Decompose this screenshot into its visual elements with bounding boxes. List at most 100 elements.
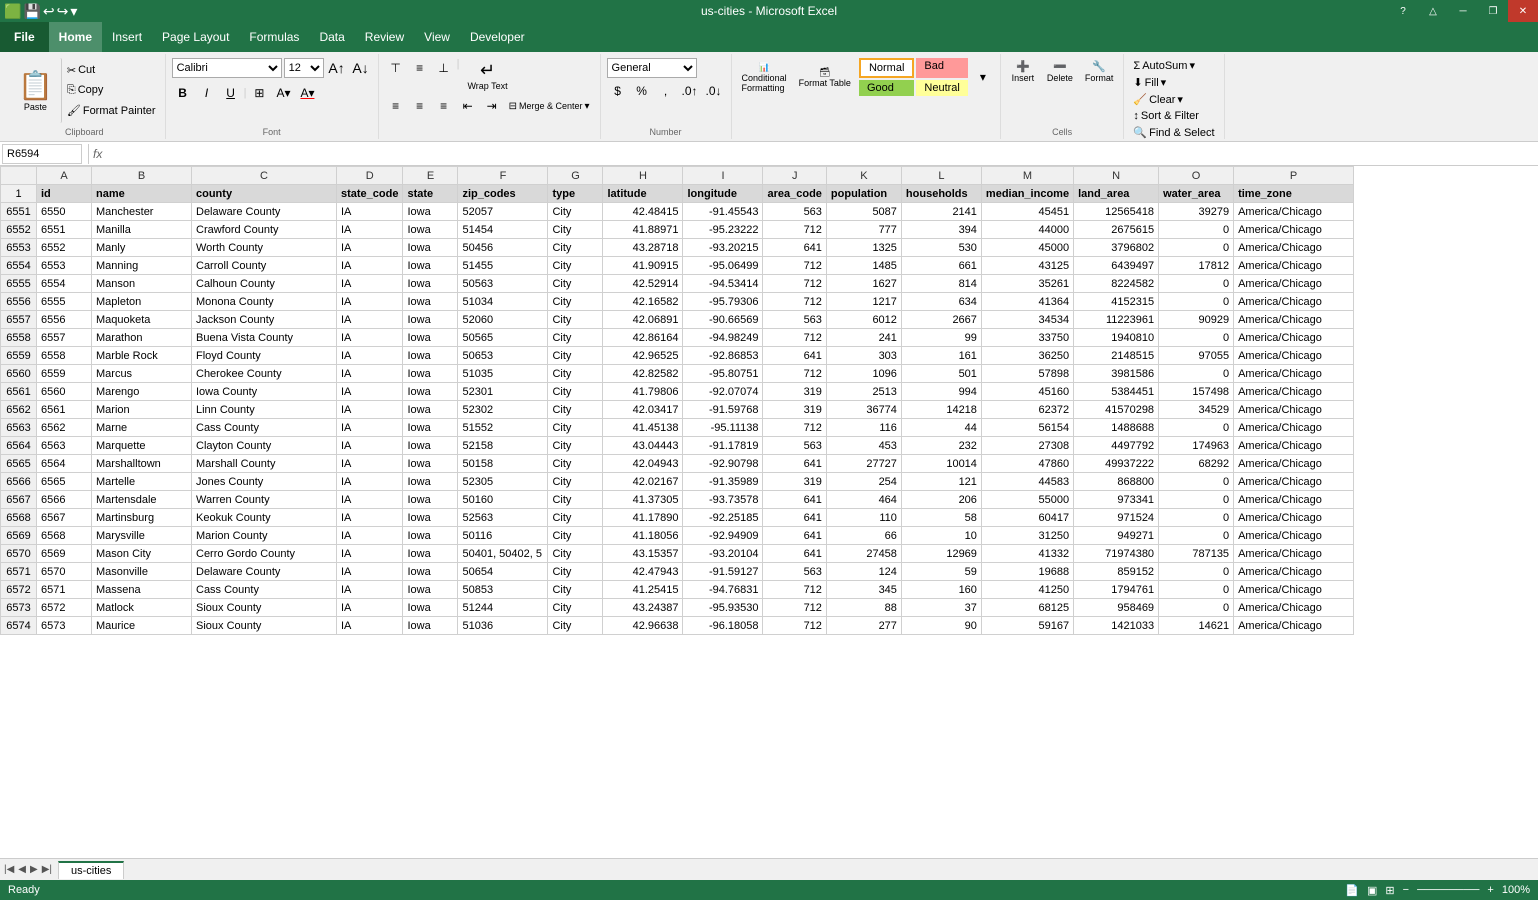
cell[interactable]: 303	[826, 347, 901, 365]
cell[interactable]: America/Chicago	[1234, 527, 1354, 545]
cell[interactable]: 641	[763, 545, 826, 563]
cell[interactable]: 712	[763, 293, 826, 311]
cell[interactable]: IA	[337, 203, 403, 221]
cell[interactable]: 27727	[826, 455, 901, 473]
row-number[interactable]: 1	[1, 185, 37, 203]
cell[interactable]: Marble Rock	[92, 347, 192, 365]
cell[interactable]: 2513	[826, 383, 901, 401]
tab-last-icon[interactable]: ▶|	[42, 864, 52, 875]
good-style[interactable]: Good	[859, 80, 914, 96]
cell[interactable]: 68292	[1159, 455, 1234, 473]
cell[interactable]: City	[548, 599, 603, 617]
cell[interactable]: 6564	[37, 455, 92, 473]
cell[interactable]: City	[548, 509, 603, 527]
cell[interactable]: 0	[1159, 419, 1234, 437]
cell[interactable]: Marne	[92, 419, 192, 437]
cell[interactable]: 51035	[458, 365, 548, 383]
cell[interactable]: 994	[901, 383, 981, 401]
cell[interactable]: Floyd County	[192, 347, 337, 365]
autosum-dropdown[interactable]: ▾	[1189, 59, 1195, 72]
cell[interactable]: 319	[763, 473, 826, 491]
cell[interactable]: America/Chicago	[1234, 599, 1354, 617]
cell[interactable]: 6556	[37, 311, 92, 329]
cell[interactable]: population	[826, 185, 901, 203]
cell[interactable]: Marion	[92, 401, 192, 419]
row-number[interactable]: 6569	[1, 527, 37, 545]
cell[interactable]: Iowa	[403, 347, 458, 365]
cell[interactable]: 11223961	[1074, 311, 1159, 329]
cell[interactable]: -93.73578	[683, 491, 763, 509]
cell[interactable]: 661	[901, 257, 981, 275]
conditional-formatting-button[interactable]: 📊 ConditionalFormatting	[738, 60, 791, 95]
cell[interactable]: 641	[763, 239, 826, 257]
cell[interactable]: City	[548, 383, 603, 401]
paste-button[interactable]: 📋 Paste	[10, 58, 62, 123]
cell[interactable]: 90	[901, 617, 981, 635]
col-header-N[interactable]: N	[1074, 167, 1159, 185]
cell[interactable]: 43125	[981, 257, 1073, 275]
cell[interactable]: 0	[1159, 329, 1234, 347]
cell[interactable]: America/Chicago	[1234, 365, 1354, 383]
cell[interactable]: households	[901, 185, 981, 203]
cell[interactable]: area_code	[763, 185, 826, 203]
cell[interactable]: City	[548, 275, 603, 293]
cell[interactable]: 0	[1159, 581, 1234, 599]
row-number[interactable]: 6555	[1, 275, 37, 293]
cell[interactable]: 47860	[981, 455, 1073, 473]
cell[interactable]: 6560	[37, 383, 92, 401]
cell[interactable]: 174963	[1159, 437, 1234, 455]
col-header-F[interactable]: F	[458, 167, 548, 185]
cell[interactable]: Iowa	[403, 329, 458, 347]
cell[interactable]: 161	[901, 347, 981, 365]
cell[interactable]: 42.16582	[603, 293, 683, 311]
cell[interactable]: America/Chicago	[1234, 563, 1354, 581]
cell[interactable]: Iowa	[403, 437, 458, 455]
cell[interactable]: City	[548, 239, 603, 257]
cell[interactable]: Manilla	[92, 221, 192, 239]
cell[interactable]: 12969	[901, 545, 981, 563]
cell[interactable]: 39279	[1159, 203, 1234, 221]
cell[interactable]: 563	[763, 437, 826, 455]
cell[interactable]: America/Chicago	[1234, 545, 1354, 563]
page-layout-menu[interactable]: Page Layout	[152, 22, 239, 52]
sort-filter-button[interactable]: ↕ Sort & Filter	[1130, 109, 1202, 123]
cell[interactable]: 634	[901, 293, 981, 311]
cell[interactable]: City	[548, 545, 603, 563]
zoom-in-icon[interactable]: +	[1487, 884, 1493, 896]
name-box[interactable]	[2, 144, 82, 164]
cell[interactable]: 345	[826, 581, 901, 599]
cell[interactable]: 6439497	[1074, 257, 1159, 275]
cell[interactable]: Manning	[92, 257, 192, 275]
cell[interactable]: -95.79306	[683, 293, 763, 311]
tab-next-icon[interactable]: ▶	[30, 864, 38, 875]
cell[interactable]: Martinsburg	[92, 509, 192, 527]
cell[interactable]: -92.94909	[683, 527, 763, 545]
cell[interactable]: America/Chicago	[1234, 239, 1354, 257]
row-number[interactable]: 6570	[1, 545, 37, 563]
cell[interactable]: IA	[337, 401, 403, 419]
col-header-J[interactable]: J	[763, 167, 826, 185]
cell[interactable]: -92.86853	[683, 347, 763, 365]
cell[interactable]: IA	[337, 239, 403, 257]
cell[interactable]: 116	[826, 419, 901, 437]
cell[interactable]: IA	[337, 419, 403, 437]
developer-menu[interactable]: Developer	[460, 22, 535, 52]
align-middle-button[interactable]: ≡	[409, 58, 431, 78]
cell[interactable]: 6558	[37, 347, 92, 365]
cell[interactable]: county	[192, 185, 337, 203]
cell[interactable]: 206	[901, 491, 981, 509]
cell[interactable]: -93.20104	[683, 545, 763, 563]
cell[interactable]: America/Chicago	[1234, 383, 1354, 401]
cell[interactable]: 6566	[37, 491, 92, 509]
redo-icon[interactable]: ↪	[57, 3, 69, 20]
cell[interactable]: -91.17819	[683, 437, 763, 455]
neutral-style[interactable]: Neutral	[916, 80, 967, 96]
borders-button[interactable]: ⊞	[248, 83, 270, 103]
cell[interactable]: City	[548, 203, 603, 221]
cell[interactable]: 814	[901, 275, 981, 293]
merge-center-button[interactable]: ⊟ Merge & Center ▾	[505, 96, 594, 116]
align-center-button[interactable]: ≡	[409, 96, 431, 116]
row-number[interactable]: 6564	[1, 437, 37, 455]
normal-style[interactable]: Normal	[859, 58, 914, 78]
cell[interactable]: 88	[826, 599, 901, 617]
